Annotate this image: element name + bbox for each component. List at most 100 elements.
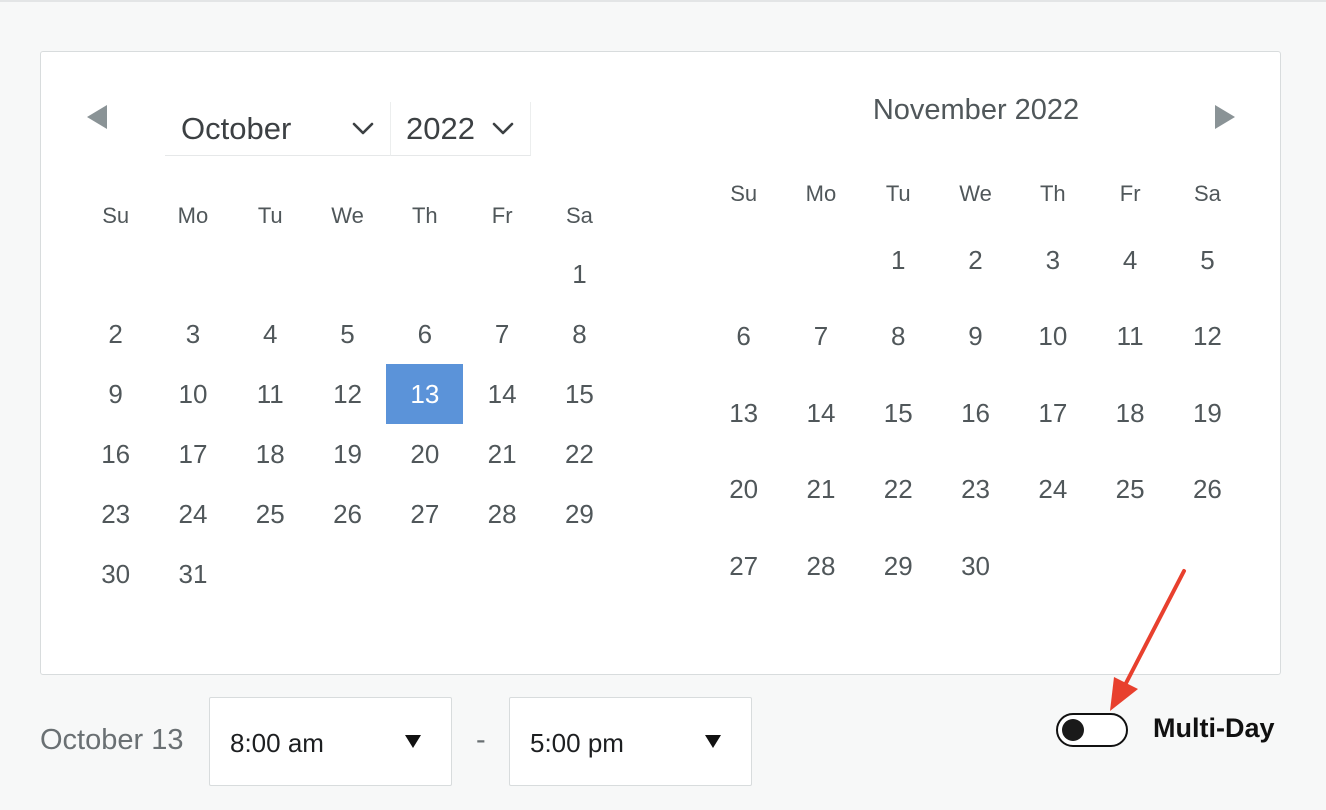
day-cell[interactable]: 5 [1169, 222, 1246, 299]
november-day-grid: Su Mo Tu We Th Fr Sa 1 2 3 4 5 6 7 8 9 10 11 12 13 14 15 16 17 1… [705, 166, 1246, 605]
day-cell[interactable]: 13 [705, 375, 782, 452]
day-cell[interactable]: 30 [937, 528, 1014, 605]
day-cell[interactable]: 7 [782, 299, 859, 376]
weekday-header: Fr [491, 203, 513, 228]
day-cell[interactable]: 3 [1014, 222, 1091, 299]
day-cell[interactable]: 4 [232, 304, 309, 364]
next-month-title: November 2022 [872, 94, 1080, 126]
caret-down-icon [705, 735, 721, 748]
start-time-value: 8:00 am [230, 728, 324, 758]
day-cell[interactable]: 1 [860, 222, 937, 299]
chevron-down-icon [352, 118, 374, 140]
day-cell[interactable]: 4 [1091, 222, 1168, 299]
weekday-header: Fr [1119, 181, 1141, 206]
top-divider [0, 0, 1326, 2]
day-cell[interactable]: 2 [937, 222, 1014, 299]
day-cell[interactable]: 11 [1091, 299, 1168, 376]
day-cell[interactable]: 31 [154, 544, 231, 604]
weekday-header: Sa [1193, 181, 1221, 206]
day-cell[interactable]: 18 [232, 424, 309, 484]
day-cell[interactable]: 21 [463, 424, 540, 484]
day-cell[interactable]: 19 [309, 424, 386, 484]
end-time-value: 5:00 pm [530, 728, 624, 758]
day-cell[interactable]: 17 [154, 424, 231, 484]
day-cell[interactable]: 20 [386, 424, 463, 484]
day-cell[interactable]: 22 [541, 424, 618, 484]
day-cell[interactable]: 30 [77, 544, 154, 604]
day-cell[interactable]: 14 [782, 375, 859, 452]
weekday-header: Mo [177, 203, 209, 228]
weekday-header: Th [1039, 181, 1066, 206]
day-cell[interactable]: 29 [541, 484, 618, 544]
day-cell[interactable]: 23 [937, 452, 1014, 529]
year-select[interactable]: 2022 [391, 102, 531, 156]
month-select[interactable]: October [165, 102, 391, 156]
toggle-knob [1062, 719, 1084, 741]
empty-day-cell [154, 244, 231, 304]
day-cell[interactable]: 5 [309, 304, 386, 364]
day-cell[interactable]: 28 [463, 484, 540, 544]
day-cell[interactable]: 6 [386, 304, 463, 364]
day-cell[interactable]: 15 [860, 375, 937, 452]
time-separator: - [476, 724, 486, 756]
empty-day-cell [309, 544, 386, 604]
prev-month-triangle-left-icon[interactable] [87, 105, 107, 129]
weekday-header: We [331, 203, 364, 228]
chevron-down-icon [492, 118, 514, 140]
day-cell[interactable]: 8 [860, 299, 937, 376]
day-cell[interactable]: 2 [77, 304, 154, 364]
empty-day-cell [309, 244, 386, 304]
year-select-value: 2022 [406, 110, 475, 146]
day-cell[interactable]: 29 [860, 528, 937, 605]
day-cell[interactable]: 9 [937, 299, 1014, 376]
day-cell[interactable]: 23 [77, 484, 154, 544]
day-cell[interactable]: 9 [77, 364, 154, 424]
day-cell[interactable]: 24 [154, 484, 231, 544]
october-day-grid: Su Mo Tu We Th Fr Sa 1 2 3 4 5 6 7 8 9 10 11 12 13 14 15 16 17 1… [77, 188, 618, 604]
red-arrow-icon [1110, 569, 1186, 711]
day-cell[interactable]: 26 [309, 484, 386, 544]
day-cell[interactable]: 17 [1014, 375, 1091, 452]
day-cell[interactable]: 16 [77, 424, 154, 484]
weekday-header: Tu [885, 181, 911, 206]
day-cell[interactable]: 24 [1014, 452, 1091, 529]
month-select-value: October [181, 110, 292, 146]
day-cell[interactable]: 1 [541, 244, 618, 304]
day-cell[interactable]: 26 [1169, 452, 1246, 529]
end-time-select[interactable]: 5:00 pm [509, 697, 752, 786]
day-cell[interactable]: 16 [937, 375, 1014, 452]
day-cell[interactable]: 6 [705, 299, 782, 376]
empty-day-cell [232, 244, 309, 304]
empty-day-cell [386, 244, 463, 304]
day-cell[interactable]: 18 [1091, 375, 1168, 452]
empty-day-cell [541, 544, 618, 604]
empty-day-cell [782, 222, 859, 299]
weekday-header: We [959, 181, 992, 206]
day-cell[interactable]: 8 [541, 304, 618, 364]
day-cell[interactable]: 10 [1014, 299, 1091, 376]
day-cell-selected[interactable]: 13 [386, 364, 464, 424]
day-cell[interactable]: 12 [309, 364, 386, 424]
empty-day-cell [232, 544, 309, 604]
day-cell[interactable]: 12 [1169, 299, 1246, 376]
day-cell[interactable]: 28 [782, 528, 859, 605]
next-month-triangle-right-icon[interactable] [1215, 105, 1235, 129]
day-cell[interactable]: 25 [1091, 452, 1168, 529]
day-cell[interactable]: 11 [232, 364, 309, 424]
day-cell[interactable]: 27 [705, 528, 782, 605]
day-cell[interactable]: 7 [463, 304, 540, 364]
weekday-header: Sa [565, 203, 593, 228]
day-cell[interactable]: 15 [541, 364, 618, 424]
day-cell[interactable]: 3 [154, 304, 231, 364]
day-cell[interactable]: 21 [782, 452, 859, 529]
day-cell[interactable]: 22 [860, 452, 937, 529]
day-cell[interactable]: 19 [1169, 375, 1246, 452]
day-cell[interactable]: 14 [463, 364, 540, 424]
day-cell[interactable]: 20 [705, 452, 782, 529]
day-cell[interactable]: 10 [154, 364, 231, 424]
empty-day-cell [386, 544, 463, 604]
day-cell[interactable]: 27 [386, 484, 463, 544]
empty-day-cell [705, 222, 782, 299]
day-cell[interactable]: 25 [232, 484, 309, 544]
start-time-select[interactable]: 8:00 am [209, 697, 452, 786]
